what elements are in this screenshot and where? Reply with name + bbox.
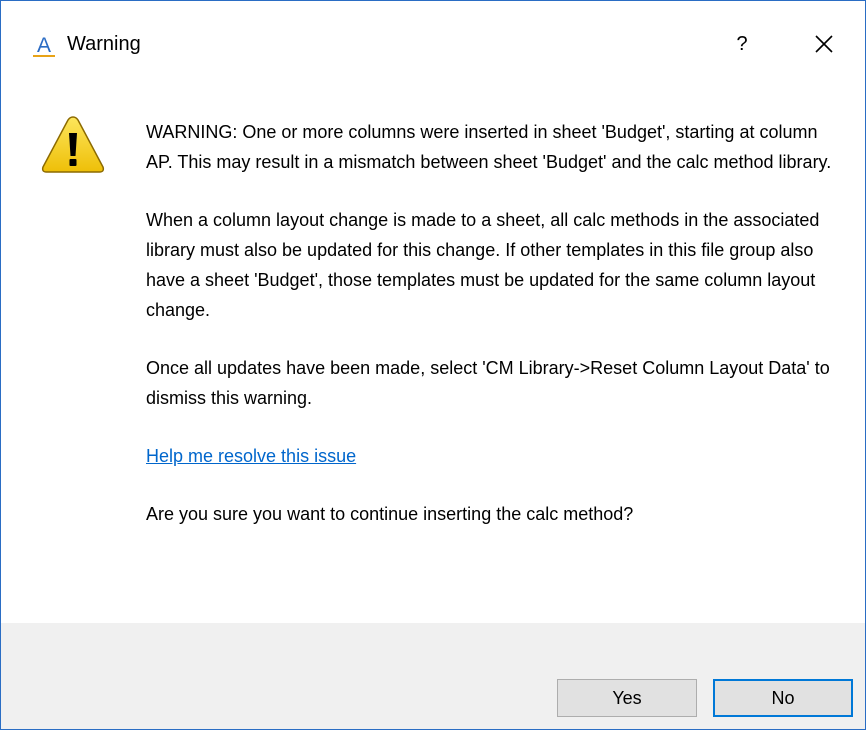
- close-button[interactable]: [801, 21, 847, 67]
- help-button-label: ?: [736, 32, 748, 55]
- message-content: WARNING: One or more columns were insert…: [146, 117, 836, 529]
- warning-icon: [41, 116, 105, 173]
- svg-text:A: A: [37, 34, 51, 57]
- app-a-icon: A: [33, 34, 55, 57]
- message-paragraph-2: When a column layout change is made to a…: [146, 210, 820, 320]
- title-bar: A Warning ?: [1, 1, 865, 91]
- message-paragraph-3: Once all updates have been made, select …: [146, 358, 830, 408]
- close-icon: [815, 35, 833, 53]
- confirmation-question: Are you sure you want to continue insert…: [146, 504, 634, 524]
- window-title: Warning: [67, 33, 141, 55]
- help-button[interactable]: ?: [719, 21, 765, 67]
- message-paragraph-1: WARNING: One or more columns were insert…: [146, 122, 832, 172]
- yes-button[interactable]: Yes: [557, 679, 697, 717]
- help-resolve-link[interactable]: Help me resolve this issue: [146, 446, 356, 466]
- warning-dialog: A Warning ? WARNING: One or more columns…: [0, 0, 866, 730]
- button-bar: Yes No: [1, 623, 865, 729]
- no-button[interactable]: No: [713, 679, 853, 717]
